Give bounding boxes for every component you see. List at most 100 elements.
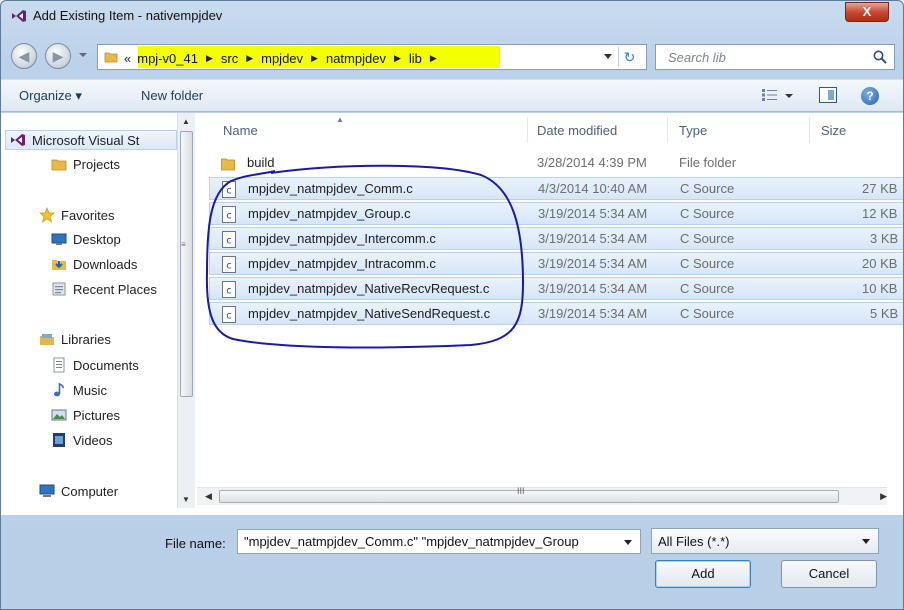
refresh-icon[interactable]: ↻	[618, 47, 640, 67]
nav-item-documents[interactable]: Documents	[51, 355, 139, 375]
chevron-right-icon[interactable]: ▶	[311, 53, 318, 64]
nav-item-label: Downloads	[73, 256, 138, 272]
file-row[interactable]: c mpjdev_natmpjdev_Comm.c 4/3/2014 10:40…	[209, 177, 903, 200]
chevron-right-icon[interactable]: ▶	[206, 53, 213, 64]
chevron-right-icon[interactable]: ▶	[246, 53, 253, 64]
file-row[interactable]: c mpjdev_natmpjdev_NativeRecvRequest.c 3…	[209, 277, 903, 300]
file-date: 3/19/2014 5:34 AM	[538, 231, 648, 246]
file-row[interactable]: build 3/28/2014 4:39 PM File folder	[209, 152, 903, 175]
chevron-down-icon[interactable]	[862, 539, 870, 544]
nav-item-projects[interactable]: Projects	[51, 154, 120, 174]
preview-pane-icon[interactable]	[819, 87, 837, 103]
music-icon	[54, 382, 65, 397]
file-type-select[interactable]: All Files (*.*)	[651, 528, 879, 554]
scrollbar-thumb[interactable]	[180, 131, 193, 397]
help-icon[interactable]: ?	[861, 87, 879, 105]
file-name-field[interactable]: "mpjdev_natmpjdev_Comm.c" "mpjdev_natmpj…	[237, 529, 641, 554]
nav-item-libraries[interactable]: Libraries	[39, 329, 111, 349]
view-options-icon[interactable]	[761, 88, 779, 102]
file-date: 3/19/2014 5:34 AM	[538, 281, 648, 296]
file-row[interactable]: c mpjdev_natmpjdev_NativeSendRequest.c 3…	[209, 302, 903, 325]
file-size: 3 KB	[870, 231, 899, 246]
nav-item-favorites[interactable]: Favorites	[39, 205, 114, 225]
star-icon	[39, 207, 55, 223]
column-divider[interactable]	[809, 117, 810, 143]
column-divider[interactable]	[527, 117, 528, 143]
documents-icon	[53, 357, 65, 373]
breadcrumb-item[interactable]: mpjdev	[261, 51, 303, 66]
add-button[interactable]: Add	[655, 560, 751, 588]
scroll-down-icon[interactable]: ▼	[182, 495, 190, 504]
folder-icon	[51, 159, 67, 171]
file-type: C Source	[680, 206, 735, 221]
file-size: 5 KB	[870, 306, 899, 321]
search-box[interactable]: Search lib	[655, 44, 895, 70]
chevron-right-icon[interactable]: ▶	[430, 53, 437, 64]
file-name-value[interactable]: "mpjdev_natmpjdev_Comm.c" "mpjdev_natmpj…	[244, 534, 614, 549]
chevron-down-icon[interactable]	[785, 94, 793, 98]
navigation-bar: ◀ ▶ « mpj-v0_41 ▶ src ▶ mpjdev ▶ natmpjd…	[1, 41, 903, 71]
nav-item-downloads[interactable]: Downloads	[51, 254, 137, 274]
nav-item-videos[interactable]: Videos	[51, 430, 113, 450]
window-title: Add Existing Item - nativempjdev	[33, 8, 223, 23]
breadcrumb-overflow[interactable]: «	[124, 51, 131, 66]
close-button[interactable]: X	[845, 2, 889, 22]
scroll-up-icon[interactable]: ▲	[182, 117, 190, 126]
forward-button[interactable]: ▶	[45, 43, 71, 69]
folder-icon	[104, 52, 118, 63]
search-icon[interactable]	[872, 49, 888, 65]
computer-icon	[39, 484, 55, 497]
column-divider[interactable]	[667, 117, 668, 143]
recent-places-icon	[52, 282, 66, 296]
scrollbar-grip-icon: ≡	[181, 240, 186, 249]
address-bar[interactable]: « mpj-v0_41 ▶ src ▶ mpjdev ▶ natmpjdev ▶…	[97, 44, 647, 70]
scroll-left-icon[interactable]: ◀	[205, 491, 212, 502]
c-source-file-icon: c	[222, 306, 236, 323]
scrollbar-grip-icon: III	[517, 486, 525, 496]
breadcrumb-item[interactable]: mpj-v0_41	[137, 51, 198, 66]
nav-item-computer[interactable]: Computer	[39, 481, 118, 501]
file-size: 10 KB	[862, 281, 898, 296]
column-header-label: Date modified	[537, 122, 618, 138]
new-folder-button[interactable]: New folder	[141, 88, 203, 103]
breadcrumb-item[interactable]: lib	[409, 51, 422, 66]
file-size: 20 KB	[862, 256, 898, 271]
chevron-down-icon[interactable]	[624, 540, 632, 545]
file-list-horizontal-scrollbar[interactable]: ◀ III ▶	[197, 486, 887, 505]
nav-item-recent-places[interactable]: Recent Places	[51, 279, 157, 299]
file-row[interactable]: c mpjdev_natmpjdev_Intracomm.c 3/19/2014…	[209, 252, 903, 275]
organize-button[interactable]: Organize ▾	[19, 88, 82, 104]
recent-locations-dropdown[interactable]	[79, 53, 87, 57]
nav-item-label: Microsoft Visual St	[32, 132, 140, 148]
content-area: Microsoft Visual St Projects Favorites D…	[1, 113, 903, 515]
back-button[interactable]: ◀	[11, 43, 37, 69]
column-header-date-modified[interactable]: Date modified	[537, 113, 667, 147]
nav-item-desktop[interactable]: Desktop	[51, 229, 121, 249]
column-header-size[interactable]: Size	[821, 113, 901, 147]
scrollbar-thumb[interactable]	[219, 490, 839, 503]
cancel-button[interactable]: Cancel	[781, 560, 877, 588]
navigation-pane-scrollbar[interactable]: ▲ ≡ ▼	[177, 113, 195, 508]
svg-text:c: c	[226, 211, 232, 222]
search-input[interactable]: Search lib	[668, 50, 726, 65]
file-row[interactable]: c mpjdev_natmpjdev_Intercomm.c 3/19/2014…	[209, 227, 903, 250]
address-history-dropdown[interactable]	[604, 54, 612, 59]
file-size: 27 KB	[862, 181, 898, 196]
breadcrumb-item[interactable]: src	[221, 51, 238, 66]
c-source-file-icon: c	[222, 281, 236, 298]
breadcrumb: « mpj-v0_41 ▶ src ▶ mpjdev ▶ natmpjdev ▶…	[124, 49, 445, 67]
column-header-type[interactable]: Type	[679, 113, 809, 147]
chevron-right-icon[interactable]: ▶	[394, 53, 401, 64]
nav-item-pictures[interactable]: Pictures	[51, 405, 120, 425]
file-date: 3/19/2014 5:34 AM	[538, 306, 648, 321]
file-row[interactable]: c mpjdev_natmpjdev_Group.c 3/19/2014 5:3…	[209, 202, 903, 225]
scroll-right-icon[interactable]: ▶	[880, 491, 887, 502]
downloads-icon	[52, 260, 66, 270]
file-type: C Source	[680, 306, 735, 321]
nav-item-label: Libraries	[61, 331, 111, 347]
breadcrumb-item[interactable]: natmpjdev	[326, 51, 386, 66]
pictures-icon	[51, 409, 67, 421]
column-header-name[interactable]: Name	[223, 113, 523, 147]
nav-item-music[interactable]: Music	[51, 380, 107, 400]
nav-item-microsoft-visual-studio[interactable]: Microsoft Visual St	[5, 130, 177, 150]
